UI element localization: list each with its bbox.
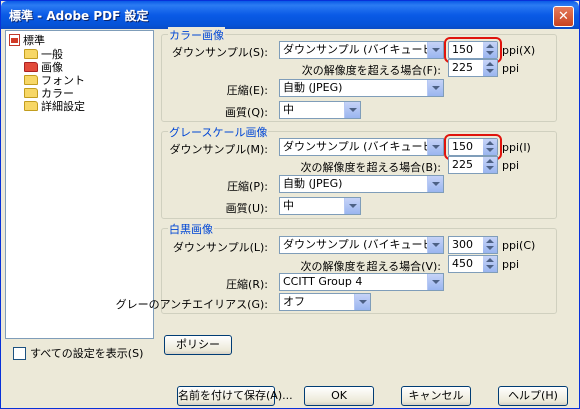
- folder-icon: [24, 101, 38, 111]
- gray-threshold-unit: ppi: [502, 159, 520, 172]
- gray-quality-select[interactable]: 中: [279, 197, 361, 215]
- gray-threshold-label: 次の解像度を超える場合(B):: [300, 161, 441, 174]
- folder-icon: [24, 88, 38, 98]
- chevron-down-icon[interactable]: [427, 42, 443, 58]
- policy-button[interactable]: ポリシー: [164, 335, 232, 355]
- chevron-down-icon[interactable]: [427, 176, 443, 192]
- folder-icon: [24, 75, 38, 85]
- spin-value: 225: [452, 158, 473, 171]
- color-compress-label: 圧縮(E):: [226, 84, 268, 97]
- mono-compress-label: 圧縮(R):: [226, 278, 268, 291]
- spin-arrows-icon[interactable]: [483, 157, 497, 173]
- gray-downsample-select[interactable]: ダウンサンプル (バイキュービック法): [279, 138, 444, 156]
- cancel-button[interactable]: キャンセル: [401, 386, 471, 406]
- mono-threshold-input[interactable]: 450: [448, 255, 498, 273]
- tree-root-label: 標準: [23, 34, 45, 47]
- select-value: ダウンサンプル (バイキュービック法): [283, 43, 443, 56]
- folder-icon: [24, 49, 38, 59]
- tree-item-color[interactable]: カラー: [24, 87, 74, 101]
- tree-item-label: 詳細設定: [41, 100, 85, 113]
- spin-value: 225: [452, 61, 473, 74]
- spin-value: 150: [452, 140, 473, 153]
- select-value: ダウンサンプル (バイキュービック法): [283, 238, 443, 251]
- gray-ppi-input[interactable]: 150: [444, 134, 502, 160]
- gray-downsample-label: ダウンサンプル(M):: [169, 143, 268, 156]
- tree-item-general[interactable]: 一般: [24, 48, 63, 62]
- spin-arrows-icon[interactable]: [483, 139, 497, 155]
- dialog-window: 標準 - Adobe PDF 設定 ✕ 標準 一般 画像 フォント カラー 詳細…: [0, 0, 580, 409]
- gray-compress-select[interactable]: 自動 (JPEG): [279, 175, 444, 193]
- tree-item-label: 一般: [41, 48, 63, 61]
- tree-item-fonts[interactable]: フォント: [24, 74, 85, 88]
- spin-arrows-icon[interactable]: [483, 237, 497, 253]
- mono-compress-select[interactable]: CCITT Group 4: [279, 273, 444, 291]
- folder-open-icon: [24, 62, 38, 72]
- tree-item-label: カラー: [41, 87, 74, 100]
- chevron-down-icon[interactable]: [354, 294, 370, 310]
- mono-downsample-select[interactable]: ダウンサンプル (バイキュービック法): [279, 236, 444, 254]
- select-value: 自動 (JPEG): [283, 81, 343, 94]
- chevron-down-icon[interactable]: [427, 274, 443, 290]
- mono-threshold-unit: ppi: [502, 258, 520, 271]
- close-icon: ✕: [558, 9, 569, 24]
- mono-antialias-select[interactable]: オフ: [279, 293, 371, 311]
- ok-button[interactable]: OK: [304, 386, 374, 406]
- spin-value: 300: [452, 238, 473, 251]
- color-downsample-select[interactable]: ダウンサンプル (バイキュービック法): [279, 41, 444, 59]
- help-button[interactable]: ヘルプ(H): [498, 386, 568, 406]
- chevron-down-icon[interactable]: [344, 102, 360, 118]
- color-ppi-unit: ppi(X): [502, 44, 536, 57]
- checkbox-box[interactable]: [13, 347, 26, 360]
- tree-item-label: 画像: [41, 61, 63, 74]
- chevron-down-icon[interactable]: [344, 198, 360, 214]
- group-title: カラー画像: [168, 27, 225, 43]
- tree-item-root[interactable]: 標準: [9, 34, 45, 48]
- chevron-down-icon[interactable]: [427, 139, 443, 155]
- tree-item-images[interactable]: 画像: [24, 61, 63, 75]
- show-all-settings-checkbox[interactable]: すべての設定を表示(S): [13, 345, 143, 361]
- tree-item-advanced[interactable]: 詳細設定: [24, 100, 85, 114]
- spin-value: 450: [452, 257, 473, 270]
- color-compress-select[interactable]: 自動 (JPEG): [279, 79, 444, 97]
- select-value: 中: [283, 199, 294, 212]
- mono-ppi-input[interactable]: 300: [448, 236, 498, 254]
- spin-arrows-icon[interactable]: [483, 256, 497, 272]
- gray-ppi-unit: ppi(I): [502, 141, 531, 154]
- show-all-label: すべての設定を表示(S): [30, 347, 144, 360]
- color-quality-select[interactable]: 中: [279, 101, 361, 119]
- title-bar: 標準 - Adobe PDF 設定 ✕: [1, 1, 579, 29]
- mono-threshold-label: 次の解像度を超える場合(V):: [300, 260, 441, 273]
- settings-tree: 標準 一般 画像 フォント カラー 詳細設定: [5, 30, 154, 339]
- save-as-button[interactable]: 名前を付けて保存(A)...: [177, 386, 293, 406]
- group-title: 白黒画像: [168, 221, 214, 237]
- select-value: 自動 (JPEG): [283, 177, 343, 190]
- close-button[interactable]: ✕: [553, 6, 574, 27]
- gray-compress-label: 圧縮(P):: [227, 180, 268, 193]
- mono-antialias-label: グレーのアンチエイリアス(G):: [115, 298, 268, 311]
- group-title: グレースケール画像: [168, 124, 269, 140]
- select-value: 中: [283, 103, 294, 116]
- color-quality-label: 画質(Q):: [225, 106, 268, 119]
- chevron-down-icon[interactable]: [427, 237, 443, 253]
- window-title: 標準 - Adobe PDF 設定: [9, 9, 149, 23]
- mono-downsample-label: ダウンサンプル(L):: [172, 241, 268, 254]
- mono-ppi-unit: ppi(C): [502, 239, 536, 252]
- select-value: オフ: [283, 295, 305, 308]
- color-ppi-input[interactable]: 150: [444, 37, 502, 63]
- spin-arrows-icon[interactable]: [483, 60, 497, 76]
- select-value: CCITT Group 4: [283, 275, 363, 288]
- tree-item-label: フォント: [41, 74, 85, 87]
- gray-quality-label: 画質(U):: [225, 202, 268, 215]
- gray-threshold-input[interactable]: 225: [448, 156, 498, 174]
- spin-value: 150: [452, 43, 473, 56]
- pdf-settings-icon: [9, 34, 20, 46]
- select-value: ダウンサンプル (バイキュービック法): [283, 140, 443, 153]
- color-threshold-input[interactable]: 225: [448, 59, 498, 77]
- color-threshold-label: 次の解像度を超える場合(F):: [301, 64, 441, 77]
- color-downsample-label: ダウンサンプル(S):: [172, 46, 268, 59]
- color-threshold-unit: ppi: [502, 62, 520, 75]
- chevron-down-icon[interactable]: [427, 80, 443, 96]
- spin-arrows-icon[interactable]: [483, 42, 497, 58]
